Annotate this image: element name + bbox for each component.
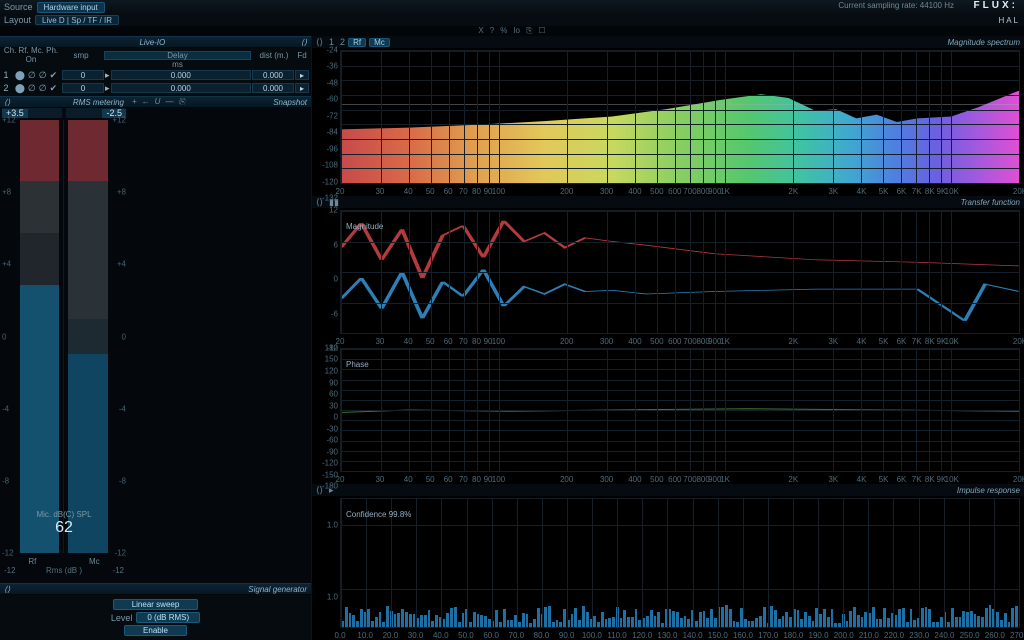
layout-label: Layout [4, 15, 31, 25]
transfer-header: ⟨⟩ ▮▮ Transfer function [312, 196, 1024, 208]
siggen-panel: Linear sweep Level 0 (dB RMS) Enable [0, 595, 311, 640]
meter-panel: +3.5 -2.5 +12+8+40-4-8-12 +12+8+40-4-8- [0, 108, 311, 583]
mag-label: Magnitude [346, 222, 383, 231]
rms-collapse-icon[interactable]: ⟨⟩ [4, 98, 10, 107]
level-value[interactable]: 0 (dB RMS) [136, 612, 200, 623]
subbar: Layout Live D | Sp / TF / IR HAL [0, 14, 1024, 26]
global-toolstrip: X ? % Io ⎘ ☐ [0, 26, 1024, 36]
tf-magnitude-pane[interactable]: Magnitude 1260-6-12203040506070809010020… [312, 208, 1024, 346]
row1-ref-toggle[interactable]: ⬤ [15, 70, 25, 81]
tool-io-icon[interactable]: Io [513, 26, 520, 36]
meter-col-mic: +12+8+40-4-8-12 [64, 120, 126, 553]
row1-phase-toggle[interactable]: ∅ [39, 70, 47, 81]
impulse-title: Impulse response [957, 486, 1020, 495]
snapshot-header: + ← U — ⎘ Snapshot [128, 96, 311, 108]
spectrum-tabs: ⟨⟩ 1 2 Rf Mc Magnitude spectrum [312, 36, 1024, 48]
row1-fd-button[interactable]: ▸ [295, 70, 309, 80]
rms-header: ⟨⟩ RMS metering [0, 96, 128, 108]
impulse-pane[interactable]: Confidence 99.8% 1.01.00.010.020.030.040… [312, 496, 1024, 640]
liveio-col-headers: Ch. Rf. Mc. Ph. On smp Delay dist (m.) F… [2, 50, 309, 60]
row2-ms[interactable]: 0.000 [111, 83, 251, 93]
snapshot-tools: + ← U — ⎘ [132, 97, 185, 107]
tf-phase-pane[interactable]: Phase 1801501209060300-30-60-90-120-150-… [312, 346, 1024, 484]
row1-smp-step-icon[interactable]: ▸ [105, 70, 110, 81]
topbar: Source Hardware input Current sampling r… [0, 0, 1024, 14]
brand-logo: FLUX: [974, 0, 1018, 11]
row1-on-check[interactable]: ✔ [50, 70, 58, 81]
siggen-collapse-icon[interactable]: ⟨⟩ [4, 585, 10, 594]
tool-help-icon[interactable]: ? [490, 26, 494, 36]
spec-2-btn[interactable]: 2 [340, 37, 345, 48]
row1-dist[interactable]: 0.000 [252, 70, 294, 80]
snap-copy-icon[interactable]: ⎘ [178, 97, 184, 107]
toolstrip-icons: X ? % Io ⎘ ☐ [478, 26, 545, 36]
row1-ms[interactable]: 0.000 [111, 70, 251, 80]
impulse-header: ⟨⟩ ▸ Impulse response [312, 484, 1024, 496]
snap-dash-icon[interactable]: — [165, 97, 173, 107]
spectrum-title: Magnitude spectrum [948, 38, 1020, 47]
row2-ref-toggle[interactable]: ⬤ [15, 83, 25, 94]
transfer-title: Transfer function [961, 198, 1020, 207]
enable-button[interactable]: Enable [124, 625, 187, 636]
snap-u-icon[interactable]: U [155, 97, 161, 107]
right-panel: ⟨⟩ 1 2 Rf Mc Magnitude spectrum -24-36-4… [312, 36, 1024, 640]
snap-add-icon[interactable]: + [132, 97, 137, 107]
tool-snapshot-icon[interactable]: ⎘ [526, 26, 532, 36]
row2-dist[interactable]: 0.000 [252, 83, 294, 93]
source-label: Source [4, 2, 33, 12]
row2-fd-button[interactable]: ▸ [295, 83, 309, 93]
liveio-panel: Ch. Rf. Mc. Ph. On smp Delay dist (m.) F… [0, 48, 311, 96]
sampling-rate: Current sampling rate: 44100 Hz [838, 1, 954, 10]
sweep-button[interactable]: Linear sweep [113, 599, 199, 610]
row1-smp[interactable]: 0 [62, 70, 104, 80]
liveio-title: Live-IO [139, 38, 165, 47]
spectrum-pane[interactable]: -24-36-48-60-72-84-96-108-120-1322030405… [312, 48, 1024, 196]
row2-phase-toggle[interactable]: ∅ [39, 83, 47, 94]
phase-label: Phase [346, 360, 369, 369]
liveio-chhdr: Ch. Rf. Mc. Ph. On [2, 46, 60, 64]
row2-mic-toggle[interactable]: ∅ [28, 83, 36, 94]
liveio-collapse-icon[interactable]: ⟨⟩ [301, 38, 307, 47]
tool-percent-icon[interactable]: % [500, 26, 507, 36]
impulse-bars [341, 597, 1019, 627]
spec-rf-tab[interactable]: Rf [348, 38, 366, 47]
row2-smp[interactable]: 0 [62, 83, 104, 93]
meter-col-ref: +12+8+40-4-8-12 [2, 120, 64, 553]
spl-readout: Mic. dB(C) SPL 62 [2, 510, 126, 537]
liveio-row-2: 2 ⬤ ∅ ∅ ✔ 0 ▸ 0.000 0.000 ▸ [2, 82, 309, 94]
left-panel: Live-IO ⟨⟩ Ch. Rf. Mc. Ph. On smp Delay … [0, 36, 312, 640]
confidence-label: Confidence 99.8% [346, 510, 411, 519]
spec-mc-tab[interactable]: Mc [369, 38, 390, 47]
layout-selector[interactable]: Live D | Sp / TF / IR [35, 15, 119, 25]
snap-prev-icon[interactable]: ← [142, 97, 150, 107]
row2-on-check[interactable]: ✔ [50, 83, 58, 94]
row2-smp-step-icon[interactable]: ▸ [105, 83, 110, 94]
subbrand: HAL [998, 16, 1020, 25]
tool-x-icon[interactable]: X [478, 26, 483, 36]
siggen-header: ⟨⟩ Signal generator [0, 583, 311, 595]
liveio-row-1: 1 ⬤ ∅ ∅ ✔ 0 ▸ 0.000 0.000 ▸ [2, 69, 309, 81]
level-label: Level [111, 613, 133, 623]
delay-label: Delay [104, 51, 251, 60]
row1-mic-toggle[interactable]: ∅ [28, 70, 36, 81]
tool-window-icon[interactable]: ☐ [538, 26, 545, 36]
hardware-input-button[interactable]: Hardware input [37, 2, 105, 13]
meter-footer: Rf Mc -12 Rms (dB ) -12 [2, 557, 126, 581]
